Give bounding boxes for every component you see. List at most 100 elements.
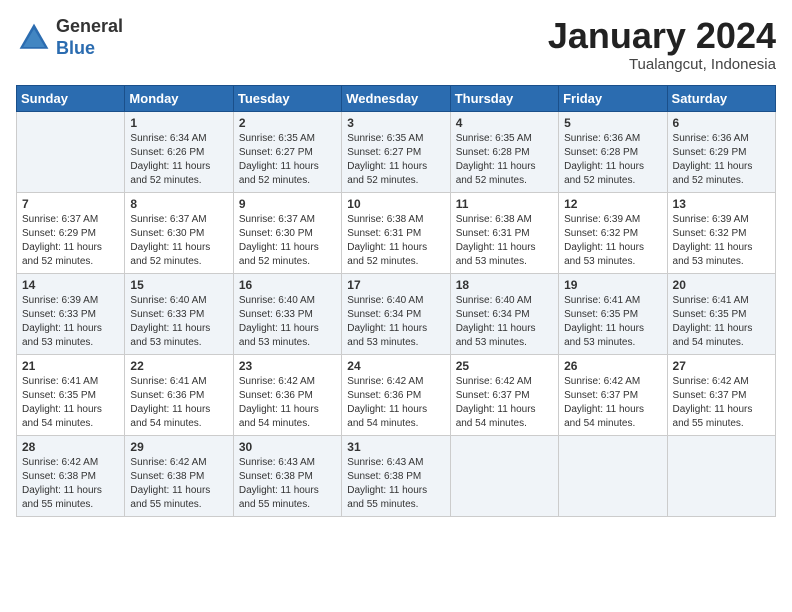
day-sun-info: Sunrise: 6:42 AMSunset: 6:38 PMDaylight:… <box>130 456 227 512</box>
day-sun-info: Sunrise: 6:35 AMSunset: 6:27 PMDaylight:… <box>347 132 444 188</box>
day-number: 18 <box>456 278 553 292</box>
day-number: 29 <box>130 440 227 454</box>
day-number: 11 <box>456 197 553 211</box>
day-sun-info: Sunrise: 6:43 AMSunset: 6:38 PMDaylight:… <box>347 456 444 512</box>
calendar-week-row: 7 Sunrise: 6:37 AMSunset: 6:29 PMDaylight… <box>17 192 776 273</box>
day-number: 30 <box>239 440 336 454</box>
calendar-cell: 18 Sunrise: 6:40 AMSunset: 6:34 PMDayligh… <box>450 273 558 354</box>
day-sun-info: Sunrise: 6:41 AMSunset: 6:35 PMDaylight:… <box>673 294 770 350</box>
calendar-cell <box>17 111 125 192</box>
calendar-week-row: 28 Sunrise: 6:42 AMSunset: 6:38 PMDayligh… <box>17 435 776 516</box>
calendar-cell: 10Sunrise: 6:38 AMSunset: 6:31 PMDayligh… <box>342 192 450 273</box>
weekday-header-wednesday: Wednesday <box>342 85 450 111</box>
day-sun-info: Sunrise: 6:38 AMSunset: 6:31 PMDaylight:… <box>347 213 444 269</box>
day-sun-info: Sunrise: 6:41 AMSunset: 6:36 PMDaylight:… <box>130 375 227 431</box>
calendar-cell: 12 Sunrise: 6:39 AMSunset: 6:32 PMDayligh… <box>559 192 667 273</box>
day-number: 16 <box>239 278 336 292</box>
day-number: 5 <box>564 116 661 130</box>
day-sun-info: Sunrise: 6:38 AMSunset: 6:31 PMDaylight:… <box>456 213 553 269</box>
calendar-cell <box>559 435 667 516</box>
month-year-title: January 2024 <box>548 16 776 56</box>
day-sun-info: Sunrise: 6:41 AMSunset: 6:35 PMDaylight:… <box>564 294 661 350</box>
day-number: 17 <box>347 278 444 292</box>
day-sun-info: Sunrise: 6:40 AMSunset: 6:33 PMDaylight:… <box>239 294 336 350</box>
calendar-cell: 29 Sunrise: 6:42 AMSunset: 6:38 PMDayligh… <box>125 435 233 516</box>
day-number: 3 <box>347 116 444 130</box>
calendar-cell: 11 Sunrise: 6:38 AMSunset: 6:31 PMDayligh… <box>450 192 558 273</box>
day-number: 2 <box>239 116 336 130</box>
day-number: 19 <box>564 278 661 292</box>
day-sun-info: Sunrise: 6:39 AMSunset: 6:33 PMDaylight:… <box>22 294 119 350</box>
day-number: 14 <box>22 278 119 292</box>
day-sun-info: Sunrise: 6:40 AMSunset: 6:34 PMDaylight:… <box>347 294 444 350</box>
day-number: 25 <box>456 359 553 373</box>
calendar-cell: 21 Sunrise: 6:41 AMSunset: 6:35 PMDayligh… <box>17 354 125 435</box>
day-number: 7 <box>22 197 119 211</box>
logo-blue-text: Blue <box>56 38 123 60</box>
day-sun-info: Sunrise: 6:36 AMSunset: 6:28 PMDaylight:… <box>564 132 661 188</box>
weekday-header-saturday: Saturday <box>667 85 775 111</box>
day-number: 28 <box>22 440 119 454</box>
calendar-cell: 8 Sunrise: 6:37 AMSunset: 6:30 PMDaylight… <box>125 192 233 273</box>
day-sun-info: Sunrise: 6:42 AMSunset: 6:36 PMDaylight:… <box>239 375 336 431</box>
calendar-cell: 31 Sunrise: 6:43 AMSunset: 6:38 PMDayligh… <box>342 435 450 516</box>
day-number: 21 <box>22 359 119 373</box>
day-sun-info: Sunrise: 6:37 AMSunset: 6:30 PMDaylight:… <box>130 213 227 269</box>
day-number: 12 <box>564 197 661 211</box>
day-sun-info: Sunrise: 6:42 AMSunset: 6:37 PMDaylight:… <box>564 375 661 431</box>
calendar-cell: 15 Sunrise: 6:40 AMSunset: 6:33 PMDayligh… <box>125 273 233 354</box>
calendar-cell: 13Sunrise: 6:39 AMSunset: 6:32 PMDayligh… <box>667 192 775 273</box>
calendar-cell: 3 Sunrise: 6:35 AMSunset: 6:27 PMDaylight… <box>342 111 450 192</box>
day-number: 31 <box>347 440 444 454</box>
day-sun-info: Sunrise: 6:42 AMSunset: 6:37 PMDaylight:… <box>673 375 770 431</box>
logo-icon <box>16 20 52 56</box>
day-sun-info: Sunrise: 6:42 AMSunset: 6:36 PMDaylight:… <box>347 375 444 431</box>
day-number: 9 <box>239 197 336 211</box>
day-number: 22 <box>130 359 227 373</box>
day-sun-info: Sunrise: 6:41 AMSunset: 6:35 PMDaylight:… <box>22 375 119 431</box>
day-number: 26 <box>564 359 661 373</box>
calendar-cell: 16 Sunrise: 6:40 AMSunset: 6:33 PMDayligh… <box>233 273 341 354</box>
day-sun-info: Sunrise: 6:39 AMSunset: 6:32 PMDaylight:… <box>673 213 770 269</box>
calendar-table: SundayMondayTuesdayWednesdayThursdayFrid… <box>16 85 776 517</box>
day-number: 24 <box>347 359 444 373</box>
calendar-header-row: SundayMondayTuesdayWednesdayThursdayFrid… <box>17 85 776 111</box>
day-number: 6 <box>673 116 770 130</box>
calendar-cell: 9 Sunrise: 6:37 AMSunset: 6:30 PMDaylight… <box>233 192 341 273</box>
day-sun-info: Sunrise: 6:40 AMSunset: 6:33 PMDaylight:… <box>130 294 227 350</box>
weekday-header-thursday: Thursday <box>450 85 558 111</box>
day-sun-info: Sunrise: 6:39 AMSunset: 6:32 PMDaylight:… <box>564 213 661 269</box>
calendar-cell: 2 Sunrise: 6:35 AMSunset: 6:27 PMDaylight… <box>233 111 341 192</box>
calendar-cell: 26 Sunrise: 6:42 AMSunset: 6:37 PMDayligh… <box>559 354 667 435</box>
weekday-header-sunday: Sunday <box>17 85 125 111</box>
calendar-cell: 19 Sunrise: 6:41 AMSunset: 6:35 PMDayligh… <box>559 273 667 354</box>
logo-general-text: General <box>56 16 123 38</box>
day-sun-info: Sunrise: 6:37 AMSunset: 6:29 PMDaylight:… <box>22 213 119 269</box>
day-number: 27 <box>673 359 770 373</box>
day-number: 20 <box>673 278 770 292</box>
calendar-cell: 17 Sunrise: 6:40 AMSunset: 6:34 PMDayligh… <box>342 273 450 354</box>
calendar-cell: 1Sunrise: 6:34 AMSunset: 6:26 PMDaylight… <box>125 111 233 192</box>
day-sun-info: Sunrise: 6:34 AMSunset: 6:26 PMDaylight:… <box>130 132 227 188</box>
calendar-cell: 23Sunrise: 6:42 AMSunset: 6:36 PMDayligh… <box>233 354 341 435</box>
day-sun-info: Sunrise: 6:40 AMSunset: 6:34 PMDaylight:… <box>456 294 553 350</box>
day-number: 15 <box>130 278 227 292</box>
day-number: 8 <box>130 197 227 211</box>
weekday-header-tuesday: Tuesday <box>233 85 341 111</box>
calendar-week-row: 1Sunrise: 6:34 AMSunset: 6:26 PMDaylight… <box>17 111 776 192</box>
day-sun-info: Sunrise: 6:42 AMSunset: 6:38 PMDaylight:… <box>22 456 119 512</box>
calendar-week-row: 14 Sunrise: 6:39 AMSunset: 6:33 PMDayligh… <box>17 273 776 354</box>
calendar-cell <box>450 435 558 516</box>
calendar-cell: 27 Sunrise: 6:42 AMSunset: 6:37 PMDayligh… <box>667 354 775 435</box>
day-sun-info: Sunrise: 6:35 AMSunset: 6:27 PMDaylight:… <box>239 132 336 188</box>
calendar-cell: 20 Sunrise: 6:41 AMSunset: 6:35 PMDayligh… <box>667 273 775 354</box>
calendar-cell: 6Sunrise: 6:36 AMSunset: 6:29 PMDaylight… <box>667 111 775 192</box>
day-number: 4 <box>456 116 553 130</box>
day-sun-info: Sunrise: 6:37 AMSunset: 6:30 PMDaylight:… <box>239 213 336 269</box>
calendar-cell: 7 Sunrise: 6:37 AMSunset: 6:29 PMDaylight… <box>17 192 125 273</box>
calendar-cell <box>667 435 775 516</box>
calendar-cell: 22 Sunrise: 6:41 AMSunset: 6:36 PMDayligh… <box>125 354 233 435</box>
calendar-cell: 30Sunrise: 6:43 AMSunset: 6:38 PMDayligh… <box>233 435 341 516</box>
logo-text: General Blue <box>56 16 123 59</box>
calendar-cell: 14 Sunrise: 6:39 AMSunset: 6:33 PMDayligh… <box>17 273 125 354</box>
